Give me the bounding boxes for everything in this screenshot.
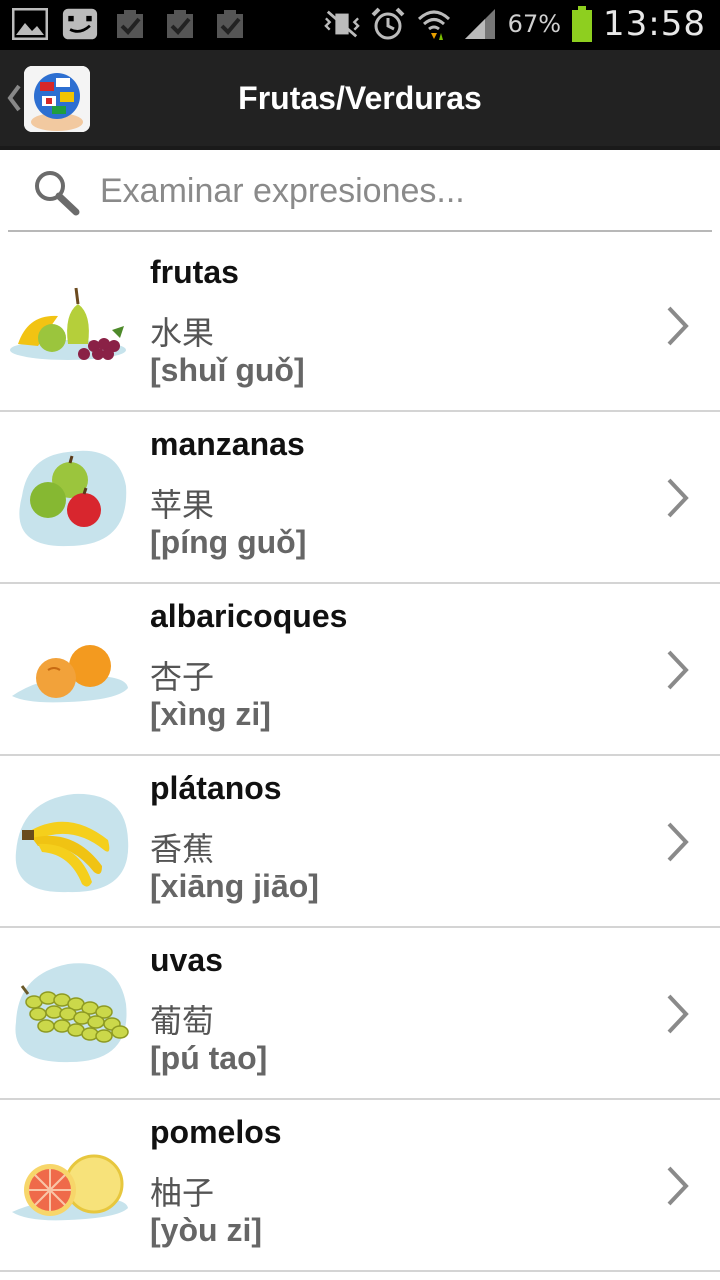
list-item[interactable]: plátanos 香蕉 [xiāng jiāo] <box>0 756 720 928</box>
word-pinyin: [yòu zi] <box>150 1212 262 1248</box>
chevron-right-icon <box>664 476 692 520</box>
task-done-icon <box>212 6 248 42</box>
word-chinese: 柚子 <box>150 1174 215 1212</box>
list-item[interactable]: uvas 葡萄 [pú tao] <box>0 928 720 1100</box>
grapes-icon <box>8 952 134 1078</box>
action-bar: Frutas/Verduras <box>0 50 720 150</box>
word-spanish: uvas <box>150 942 223 978</box>
list-item[interactable]: frutas 水果 [shuǐ guǒ] <box>0 240 720 412</box>
word-chinese: 水果 <box>150 314 215 352</box>
word-spanish: manzanas <box>150 426 305 462</box>
alarm-icon <box>370 6 406 42</box>
expression-list: frutas 水果 [shuǐ guǒ] manzanas 苹果 [píng g… <box>0 240 720 1272</box>
wifi-icon <box>416 6 452 42</box>
chevron-right-icon <box>664 992 692 1036</box>
chat-icon <box>62 6 98 42</box>
apricots-icon <box>8 608 134 734</box>
word-spanish: frutas <box>150 254 239 290</box>
word-chinese: 香蕉 <box>150 830 215 868</box>
word-pinyin: [shuǐ guǒ] <box>150 352 305 388</box>
battery-percent: 67% <box>507 10 562 38</box>
fruits-icon <box>8 264 134 390</box>
word-spanish: albaricoques <box>150 598 348 634</box>
search-bar[interactable] <box>8 150 712 232</box>
word-pinyin: [píng guǒ] <box>150 524 307 560</box>
clock: 13:58 <box>603 4 706 44</box>
signal-icon <box>462 6 498 42</box>
word-chinese: 杏子 <box>150 658 215 696</box>
word-pinyin: [xìng zi] <box>150 696 271 732</box>
page-title: Frutas/Verduras <box>238 80 482 116</box>
search-icon <box>32 168 82 216</box>
task-done-icon <box>162 6 198 42</box>
list-item[interactable]: manzanas 苹果 [píng guǒ] <box>0 412 720 584</box>
battery-icon <box>571 6 593 42</box>
apples-icon <box>8 436 134 562</box>
vibrate-mute-icon <box>323 6 360 42</box>
chevron-right-icon <box>664 648 692 692</box>
bananas-icon <box>8 780 134 906</box>
task-done-icon <box>112 6 148 42</box>
chevron-right-icon <box>664 820 692 864</box>
chevron-right-icon <box>664 1164 692 1208</box>
grapefruit-icon <box>8 1124 134 1250</box>
status-bar: 67% 13:58 <box>0 0 720 50</box>
word-chinese: 苹果 <box>150 486 215 524</box>
word-pinyin: [pú tao] <box>150 1040 268 1076</box>
search-input[interactable] <box>98 160 702 222</box>
chevron-right-icon <box>664 304 692 348</box>
word-spanish: plátanos <box>150 770 282 806</box>
notification-icons <box>12 6 248 42</box>
list-item[interactable]: pomelos 柚子 [yòu zi] <box>0 1100 720 1272</box>
system-icons: 67% 13:58 <box>323 4 706 44</box>
gallery-icon <box>12 6 48 42</box>
word-pinyin: [xiāng jiāo] <box>150 868 319 904</box>
list-item[interactable]: albaricoques 杏子 [xìng zi] <box>0 584 720 756</box>
word-spanish: pomelos <box>150 1114 282 1150</box>
word-chinese: 葡萄 <box>150 1002 215 1040</box>
